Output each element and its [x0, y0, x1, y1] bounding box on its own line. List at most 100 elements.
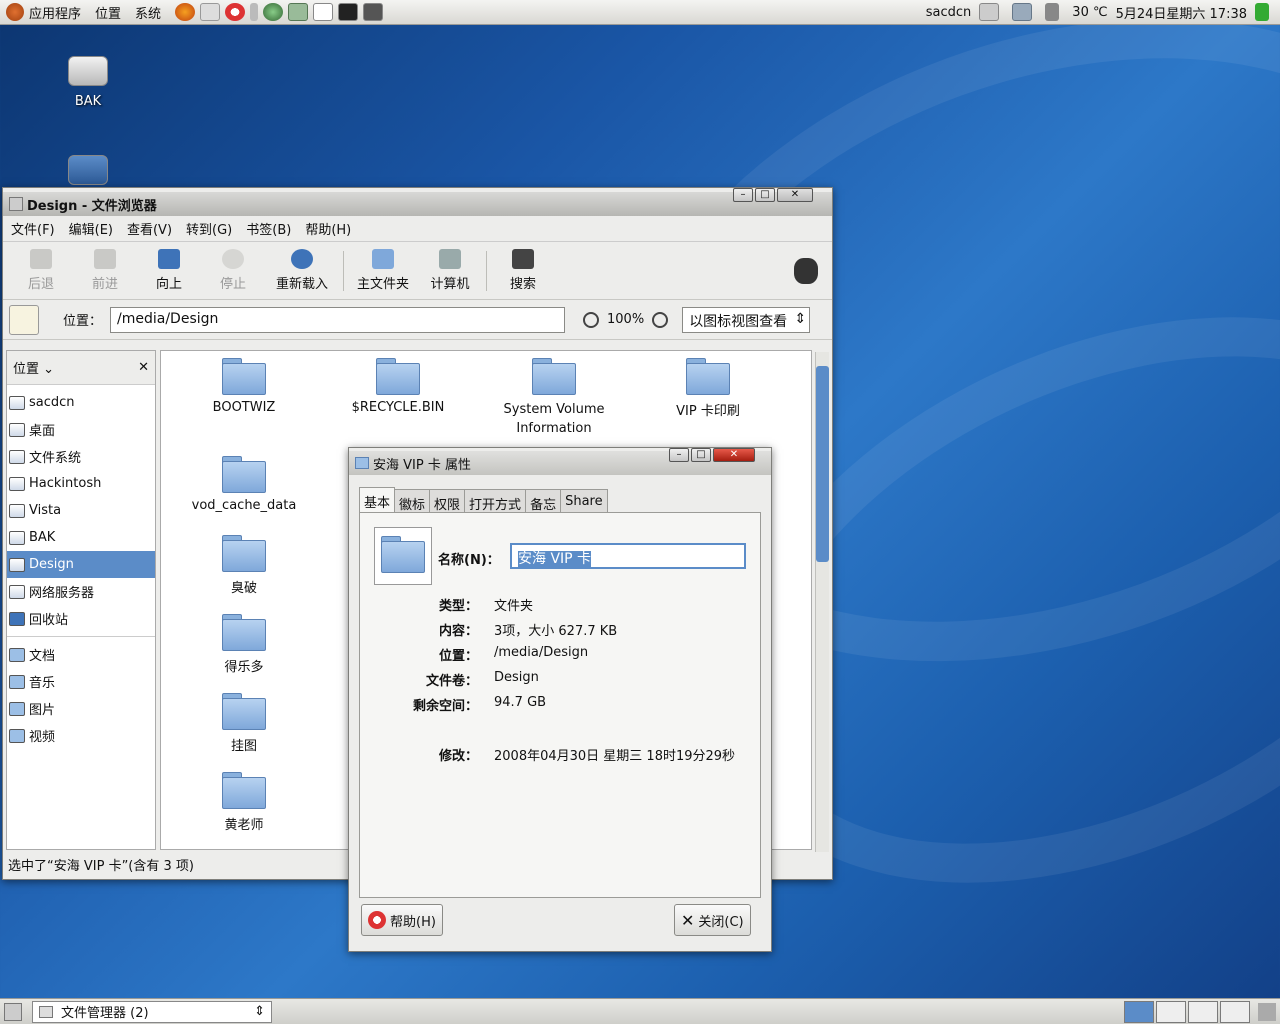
view-mode-select[interactable]: 以图标视图查看 ⇕	[682, 306, 811, 333]
sidebar-item-desktop[interactable]: 桌面	[7, 416, 155, 443]
forward-button[interactable]: 前进	[73, 249, 137, 292]
sidebar-item-trash[interactable]: 回收站	[7, 605, 155, 632]
workspace-1[interactable]	[1124, 1000, 1154, 1023]
menu-view[interactable]: 查看(V)	[127, 219, 172, 238]
clock[interactable]: 5月24日星期六 17:38	[1116, 3, 1247, 22]
printer-icon[interactable]	[979, 3, 1000, 21]
close-dialog-button[interactable]: ✕ 关闭(C)	[674, 904, 751, 936]
user-name[interactable]: sacdcn	[926, 5, 972, 20]
menu-applications[interactable]: 应用程序	[29, 3, 81, 22]
sidebar-item-label: Vista	[29, 503, 62, 518]
help-icon[interactable]	[225, 3, 246, 21]
sidebar-item-videos[interactable]: 视频	[7, 722, 155, 749]
file-item[interactable]: BOOTWIZ	[184, 358, 304, 415]
menu-edit[interactable]: 编辑(E)	[69, 219, 113, 238]
menu-places[interactable]: 位置	[95, 3, 121, 22]
tab-emblems[interactable]: 徽标	[394, 489, 431, 513]
close-button[interactable]: ✕	[777, 188, 813, 202]
edit-location-icon[interactable]	[9, 304, 39, 335]
tab-share[interactable]: Share	[560, 489, 608, 513]
ubuntu-logo-icon[interactable]	[6, 3, 24, 21]
zoom-out-icon[interactable]	[583, 311, 600, 328]
location-input[interactable]: /media/Design	[110, 306, 566, 333]
task-button-file-manager[interactable]: 文件管理器 (2) ⇕	[32, 1000, 272, 1023]
workspace-4[interactable]	[1220, 1000, 1250, 1023]
maximize-button[interactable]: □	[691, 448, 711, 462]
file-item[interactable]: VIP 卡印刷	[648, 358, 768, 419]
maximize-button[interactable]: □	[755, 188, 775, 202]
sidebar-title[interactable]: 位置 ⌄	[13, 358, 54, 377]
terminal-icon[interactable]	[338, 3, 359, 21]
workspace-2[interactable]	[1156, 1000, 1186, 1023]
sidebar-item-pictures[interactable]: 图片	[7, 695, 155, 722]
firefox-icon[interactable]	[175, 3, 196, 21]
zoom-in-icon[interactable]	[652, 311, 669, 328]
sidebar-header: 位置 ⌄ ✕	[7, 351, 155, 385]
sidebar-item-sacdcn[interactable]: sacdcn	[7, 389, 155, 416]
drive-icon	[68, 155, 108, 185]
media-icon[interactable]	[288, 3, 309, 21]
sidebar-item-bak[interactable]: BAK	[7, 524, 155, 551]
minimize-button[interactable]: –	[733, 188, 753, 202]
mail-icon[interactable]	[200, 3, 221, 21]
reload-button[interactable]: 重新载入	[265, 249, 339, 292]
title-bar[interactable]: Design - 文件浏览器	[3, 192, 832, 216]
logout-icon[interactable]	[1255, 3, 1269, 21]
sidebar-item-hackintosh[interactable]: Hackintosh	[7, 470, 155, 497]
desktop-icon-bak[interactable]: BAK	[48, 56, 128, 109]
up-button[interactable]: 向上	[137, 249, 201, 292]
file-item[interactable]: vod_cache_data	[184, 456, 304, 513]
file-item[interactable]: 臭破	[184, 535, 304, 596]
minimize-button[interactable]: –	[669, 448, 689, 462]
close-button[interactable]: ✕	[713, 448, 755, 462]
back-button[interactable]: 后退	[9, 249, 73, 292]
show-desktop-icon[interactable]	[4, 1002, 22, 1021]
sidebar-item-music[interactable]: 音乐	[7, 668, 155, 695]
home-icon	[9, 395, 25, 410]
computer-icon	[439, 249, 461, 269]
menu-help[interactable]: 帮助(H)	[305, 219, 351, 238]
editor-icon[interactable]	[313, 3, 334, 21]
tab-basic[interactable]: 基本	[359, 487, 396, 513]
home-button[interactable]: 主文件夹	[348, 249, 418, 292]
sidebar-item-filesystem[interactable]: 文件系统	[7, 443, 155, 470]
task-label: 文件管理器 (2)	[61, 1006, 149, 1021]
menu-file[interactable]: 文件(F)	[11, 219, 55, 238]
folder-icon	[9, 728, 25, 743]
computer-button[interactable]: 计算机	[418, 249, 482, 292]
sidebar-item-documents[interactable]: 文档	[7, 641, 155, 668]
network-status-icon[interactable]	[1012, 3, 1033, 21]
network-icon[interactable]	[263, 3, 284, 21]
volume-icon[interactable]	[1045, 3, 1060, 21]
help-icon	[368, 911, 386, 929]
tab-permissions[interactable]: 权限	[429, 489, 466, 513]
camera-icon[interactable]	[363, 3, 384, 21]
folder-icon-button[interactable]	[374, 527, 432, 585]
stop-button[interactable]: 停止	[201, 249, 265, 292]
weather-text[interactable]: 30 ℃	[1072, 5, 1107, 20]
menu-go[interactable]: 转到(G)	[186, 219, 232, 238]
type-label: 类型：	[438, 599, 478, 614]
tab-notes[interactable]: 备忘	[525, 489, 562, 513]
close-icon[interactable]: ✕	[138, 360, 149, 375]
sidebar-item-label: 桌面	[29, 424, 56, 439]
help-button[interactable]: 帮助(H)	[361, 904, 443, 936]
file-item[interactable]: 挂图	[184, 693, 304, 754]
search-button[interactable]: 搜索	[491, 249, 555, 292]
scrollbar-thumb[interactable]	[816, 366, 829, 562]
sidebar-item-network[interactable]: 网络服务器	[7, 578, 155, 605]
file-item[interactable]: $RECYCLE.BIN	[338, 358, 458, 415]
file-item[interactable]: System Volume Information	[494, 358, 614, 438]
file-item[interactable]: 得乐多	[184, 614, 304, 675]
menu-bookmarks[interactable]: 书签(B)	[246, 219, 291, 238]
tab-open-with[interactable]: 打开方式	[464, 489, 527, 513]
vertical-scrollbar[interactable]	[815, 352, 829, 852]
sidebar-item-vista[interactable]: Vista	[7, 497, 155, 524]
workspace-3[interactable]	[1188, 1000, 1218, 1023]
name-input[interactable]: 安海 VIP 卡	[510, 543, 746, 569]
tool-icon[interactable]	[250, 3, 259, 21]
sidebar-item-design[interactable]: Design	[7, 551, 155, 578]
file-item[interactable]: 黄老师	[184, 772, 304, 833]
trash-icon[interactable]	[1258, 1002, 1276, 1021]
menu-system[interactable]: 系统	[135, 3, 161, 22]
